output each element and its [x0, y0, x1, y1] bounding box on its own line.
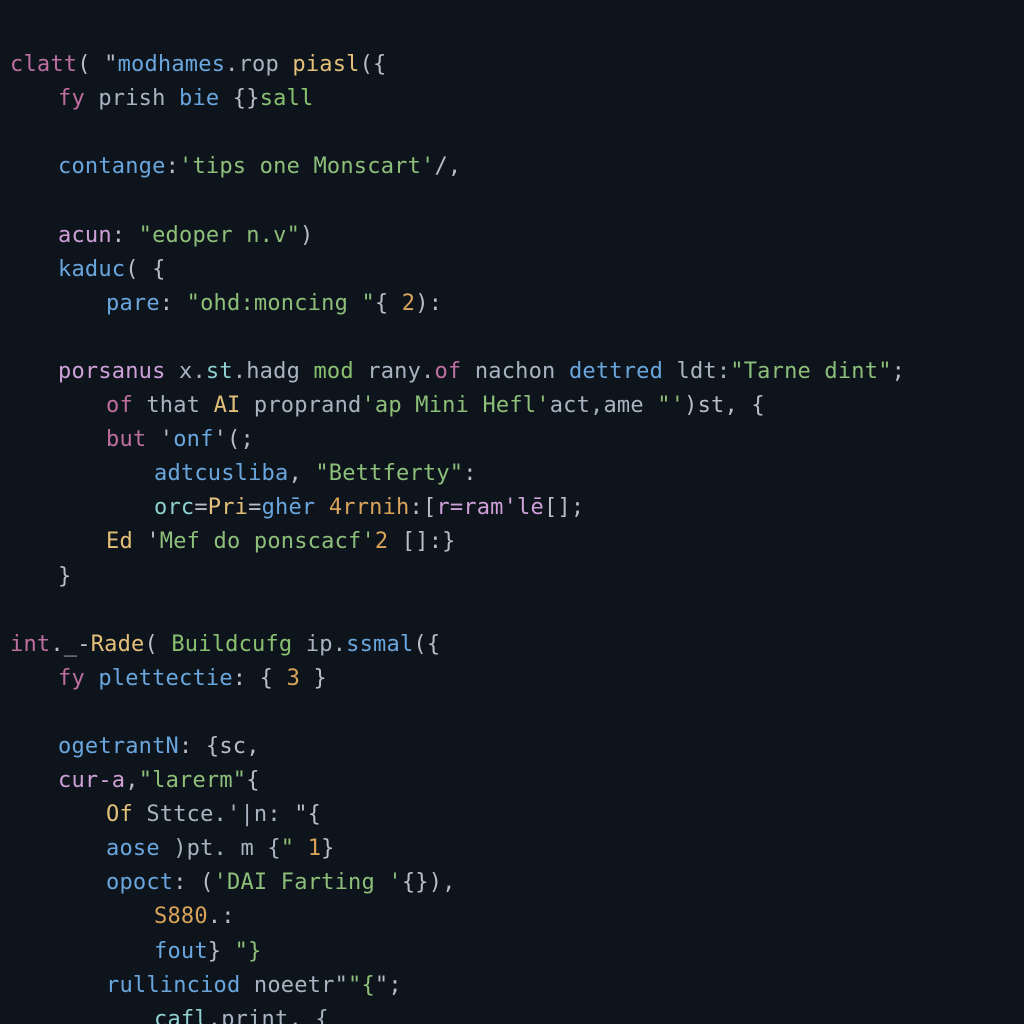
code-line: rullinciod noeetr""{"; — [10, 969, 402, 1003]
code-line: int._-Rade( Buildcufg ip.ssmal({ — [10, 632, 440, 657]
code-line: Of Sttce.'|n: "{ — [10, 798, 321, 832]
code-line: Ed 'Mef do ponscacf'2 []:} — [10, 525, 456, 559]
code-line: cafl.print, { — [10, 1003, 329, 1024]
code-line: but 'onf'(; — [10, 423, 254, 457]
code-line: contange:'tips one Monscart'/, — [10, 150, 461, 184]
code-line: fout} "} — [10, 935, 262, 969]
code-line: pare: "ohd:moncing "{ 2): — [10, 287, 442, 321]
code-line: orc=Pri=ghēr 4rrnih:[r=ram'lē[]; — [10, 491, 584, 525]
code-line: acun: "edoper n.v") — [10, 219, 313, 253]
code-line: aose )pt. m {" 1} — [10, 832, 335, 866]
code-editor[interactable]: clatt( "modhames.rop piasl({ fy prish bi… — [0, 0, 1024, 1024]
code-line: } — [10, 560, 71, 594]
code-line: fy plettectie: { 3 } — [10, 662, 327, 696]
code-line: cur-a,"larerm"{ — [10, 764, 260, 798]
code-line: ogetrantN: {sc, — [10, 730, 260, 764]
code-line: kaduc( { — [10, 253, 166, 287]
keyword: clatt — [10, 52, 77, 77]
code-line: clatt( "modhames.rop piasl({ — [10, 52, 387, 77]
code-line: opoct: ('DAI Farting '{}), — [10, 866, 456, 900]
code-line: adtcusliba, "Bettferty": — [10, 457, 477, 491]
code-line: of that AI proprand'ap Mini Hefl'act,ame… — [10, 389, 765, 423]
code-line: porsanus x.st.hadg mod rany.of nachon de… — [10, 355, 905, 389]
code-line: S880.: — [10, 900, 235, 934]
code-line: fy prish bie {}sall — [10, 82, 313, 116]
